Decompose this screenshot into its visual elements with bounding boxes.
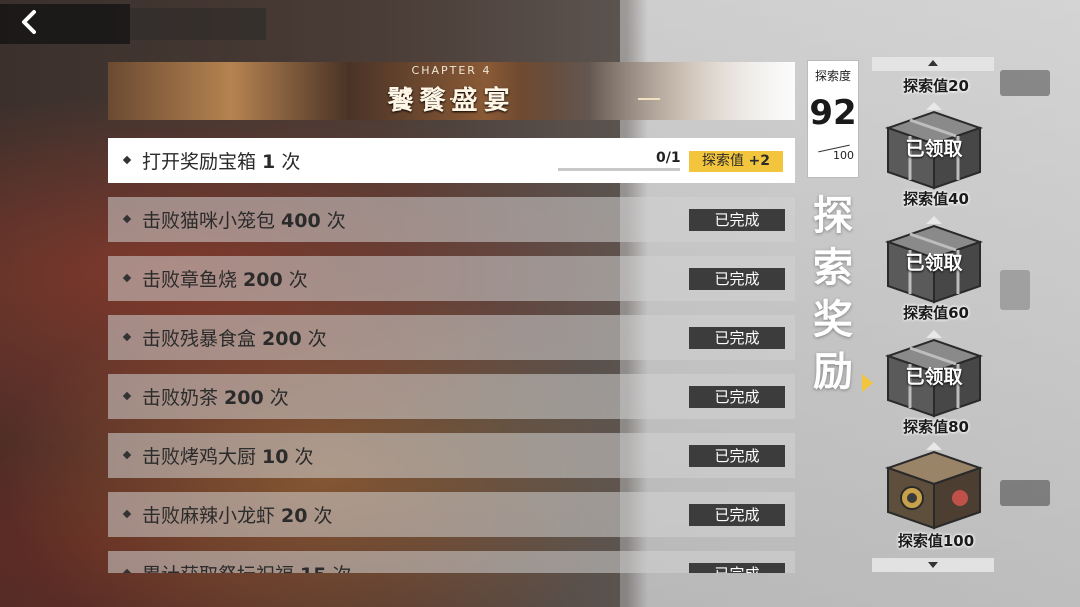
bullet-icon bbox=[122, 332, 132, 342]
task-row: 累计获取祭坛祝福 15 次 已完成 bbox=[108, 551, 795, 573]
arrow-down-icon bbox=[928, 562, 938, 568]
background-decoration bbox=[1000, 480, 1050, 506]
reward-tier-label: 探索值100 bbox=[897, 532, 975, 550]
task-text: 击败麻辣小龙虾 20 次 bbox=[142, 505, 333, 527]
bullet-icon bbox=[122, 214, 132, 224]
task-status-badge: 已完成 bbox=[689, 563, 785, 573]
bullet-icon bbox=[122, 155, 132, 165]
chest-status: 已领取 bbox=[905, 366, 963, 388]
bullet-icon bbox=[122, 450, 132, 460]
reward-chest-claimed[interactable]: 已领取 bbox=[880, 214, 988, 306]
task-text: 击败章鱼烧 200 次 bbox=[142, 269, 308, 291]
chapter-title: 饕餮盛宴 bbox=[387, 86, 516, 116]
task-text: 击败猫咪小笼包 400 次 bbox=[142, 210, 346, 232]
bullet-icon bbox=[122, 568, 132, 573]
bullet-icon bbox=[122, 509, 132, 519]
task-reward-tag: 探索值 +2 bbox=[689, 151, 783, 172]
task-row: 击败奶茶 200 次 已完成 bbox=[108, 374, 795, 419]
background-decoration bbox=[1000, 70, 1050, 96]
chest-status: 已领取 bbox=[905, 252, 963, 274]
chest-status: 已领取 bbox=[905, 138, 963, 160]
task-status-badge: 已完成 bbox=[689, 327, 785, 349]
top-tab bbox=[130, 8, 266, 40]
task-status-badge: 已完成 bbox=[689, 504, 785, 526]
task-list[interactable]: 打开奖励宝箱 1 次 0/1 探索值 +2 击败猫咪小笼包 400 次 已完成 … bbox=[108, 138, 795, 573]
reward-tier-label: 探索值80 bbox=[903, 418, 969, 436]
score-label: 探索度 bbox=[814, 69, 851, 83]
task-text: 打开奖励宝箱 1 次 bbox=[142, 151, 301, 173]
task-status-badge: 已完成 bbox=[689, 209, 785, 231]
task-row: 击败残暴食盒 200 次 已完成 bbox=[108, 315, 795, 360]
chapter-banner: CHAPTER 4 饕餮盛宴 bbox=[108, 62, 795, 120]
reward-chest-claimed[interactable]: 已领取 bbox=[880, 328, 988, 420]
reward-chest-claimed[interactable]: 已领取 bbox=[880, 100, 988, 192]
task-text: 击败奶茶 200 次 bbox=[142, 387, 289, 409]
background-decoration bbox=[1000, 270, 1030, 310]
task-text: 累计获取祭坛祝福 15 次 bbox=[142, 560, 352, 573]
task-text: 击败残暴食盒 200 次 bbox=[142, 328, 327, 350]
task-progress-bar bbox=[558, 168, 680, 171]
chapter-label: CHAPTER 4 bbox=[411, 64, 492, 77]
task-row: 击败麻辣小龙虾 20 次 已完成 bbox=[108, 492, 795, 537]
reward-tier-label: 探索值60 bbox=[903, 304, 969, 322]
bullet-icon bbox=[122, 273, 132, 283]
task-row: 打开奖励宝箱 1 次 0/1 探索值 +2 bbox=[108, 138, 795, 183]
rewards-title: 探索奖励 bbox=[813, 193, 853, 395]
banner-divider-right bbox=[638, 98, 660, 100]
current-tier-pointer-icon bbox=[862, 374, 873, 392]
exploration-score-card: 探索度 92 100 bbox=[807, 60, 859, 178]
scroll-down-button[interactable] bbox=[872, 558, 994, 572]
chevron-left-icon bbox=[18, 9, 40, 39]
task-text: 击败烤鸡大厨 10 次 bbox=[142, 446, 314, 468]
task-status-badge: 已完成 bbox=[689, 386, 785, 408]
task-row: 击败烤鸡大厨 10 次 已完成 bbox=[108, 433, 795, 478]
scroll-up-button[interactable] bbox=[872, 57, 994, 71]
task-status-badge: 已完成 bbox=[689, 445, 785, 467]
task-progress: 0/1 bbox=[656, 150, 681, 166]
reward-chest-locked[interactable] bbox=[880, 440, 988, 532]
back-button[interactable] bbox=[0, 4, 130, 44]
bullet-icon bbox=[122, 391, 132, 401]
reward-tier-label: 探索值40 bbox=[903, 190, 969, 208]
arrow-up-icon bbox=[928, 60, 938, 66]
score-value: 92 bbox=[809, 93, 857, 133]
task-row: 击败章鱼烧 200 次 已完成 bbox=[108, 256, 795, 301]
reward-tier-label: 探索值20 bbox=[903, 77, 969, 95]
chest-icon bbox=[884, 442, 984, 530]
task-row: 击败猫咪小笼包 400 次 已完成 bbox=[108, 197, 795, 242]
task-status-badge: 已完成 bbox=[689, 268, 785, 290]
score-max: 100 bbox=[833, 149, 854, 162]
